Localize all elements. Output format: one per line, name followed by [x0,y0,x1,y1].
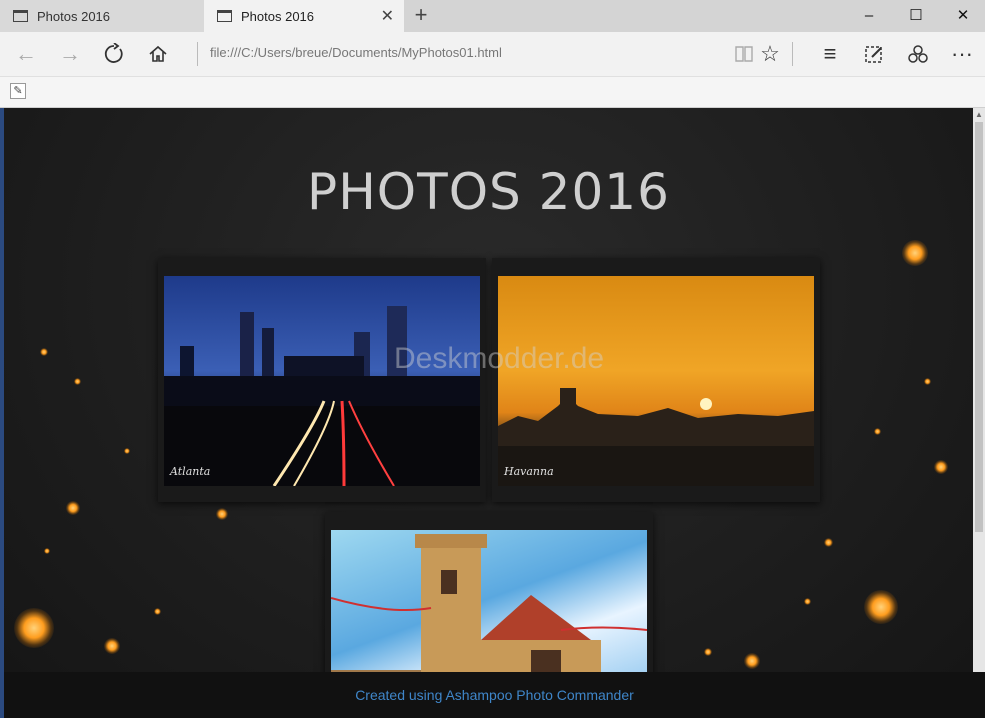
favorites-bar: ✎ [0,77,985,108]
forward-arrow-icon[interactable]: → [50,32,90,76]
more-options-icon[interactable]: ··· [942,32,982,76]
spark-decoration [744,653,760,669]
spark-decoration [874,428,881,435]
photo-caption: Atlanta [170,465,211,478]
spark-decoration [924,378,931,385]
spark-decoration [704,648,712,656]
address-bar: ← → file:///C:/Users/breue/Documents/MyP… [0,32,985,77]
photo-card-havanna[interactable]: Havanna [492,258,820,502]
url-field[interactable]: file:///C:/Users/breue/Documents/MyPhoto… [210,32,502,76]
photo-havanna[interactable]: Havanna [498,276,814,486]
spark-decoration [864,590,898,624]
web-page: PHOTOS 2016 Atlanta Havanna Deskmodder.d… [4,108,973,718]
scroll-up-arrow-icon[interactable]: ▲ [975,110,983,120]
spark-decoration [44,548,50,554]
minimize-button[interactable]: – [846,0,892,32]
tab-title: Photos 2016 [37,8,111,24]
spark-decoration [74,378,81,385]
back-arrow-icon[interactable]: ← [6,32,46,76]
hub-icon[interactable]: ≡ [810,32,850,76]
scrollbar-thumb[interactable] [975,122,983,532]
tab-photos-2016-active[interactable]: Photos 2016 ✕ [204,0,404,32]
spark-decoration [104,638,120,654]
close-tab-icon[interactable]: ✕ [381,6,394,26]
new-tab-button[interactable]: + [404,0,438,32]
photo-caption: Havanna [504,465,554,478]
tab-page-icon [217,10,232,22]
maximize-button[interactable]: ☐ [893,0,939,32]
spark-decoration [124,448,130,454]
spark-decoration [14,608,54,648]
favorite-star-icon[interactable]: ☆ [750,32,790,76]
divider [197,42,198,66]
spark-decoration [66,501,80,515]
home-icon[interactable] [138,32,178,76]
watermark-text: Deskmodder.de [394,342,605,375]
web-note-icon[interactable] [854,32,894,76]
tab-title: Photos 2016 [241,8,315,24]
divider [792,42,793,66]
footer-link[interactable]: Created using Ashampoo Photo Commander [4,672,985,718]
tab-photos-2016-inactive[interactable]: Photos 2016 [0,0,204,32]
spark-decoration [902,240,928,266]
page-edit-icon[interactable]: ✎ [10,83,26,99]
close-window-button[interactable]: ✕ [940,0,985,32]
feedback-icon[interactable] [898,32,938,76]
spark-decoration [154,608,161,615]
spark-decoration [216,508,228,520]
spark-decoration [824,538,833,547]
tab-page-icon [13,10,28,22]
spark-decoration [804,598,811,605]
page-title: PHOTOS 2016 [307,163,670,221]
refresh-icon[interactable] [94,32,134,76]
photo-card-atlanta[interactable]: Atlanta [158,258,486,502]
photo-atlanta[interactable]: Atlanta [164,276,480,486]
spark-decoration [934,460,948,474]
spark-decoration [40,348,48,356]
